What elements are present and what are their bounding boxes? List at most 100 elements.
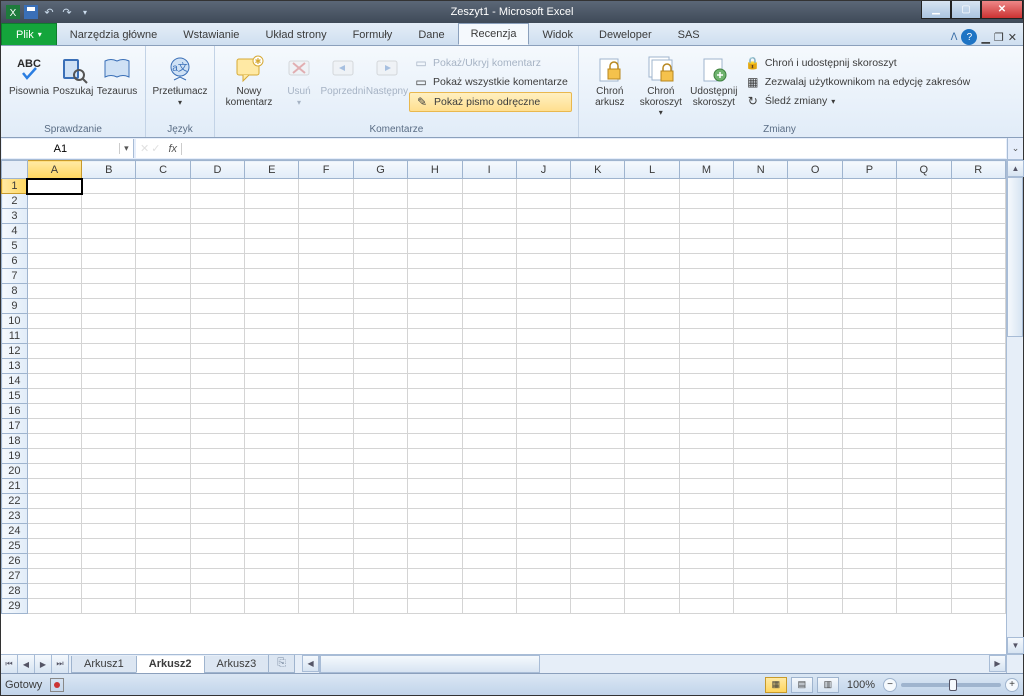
cell-J19[interactable] — [516, 449, 570, 464]
cell-C11[interactable] — [136, 329, 190, 344]
cell-Q17[interactable] — [897, 419, 951, 434]
cell-I25[interactable] — [462, 539, 516, 554]
cell-A24[interactable] — [27, 524, 81, 539]
cell-E12[interactable] — [245, 344, 299, 359]
cell-K7[interactable] — [571, 269, 625, 284]
cell-M8[interactable] — [679, 284, 733, 299]
cell-I24[interactable] — [462, 524, 516, 539]
cell-A1[interactable] — [27, 179, 81, 194]
delete-comment-button[interactable]: Usuń▾ — [277, 50, 321, 111]
cell-F26[interactable] — [299, 554, 353, 569]
cell-J13[interactable] — [516, 359, 570, 374]
cell-H4[interactable] — [408, 224, 462, 239]
cell-H12[interactable] — [408, 344, 462, 359]
cell-H6[interactable] — [408, 254, 462, 269]
cell-F29[interactable] — [299, 599, 353, 614]
sheet-tab-arkusz3[interactable]: Arkusz3 — [204, 656, 270, 673]
cell-I8[interactable] — [462, 284, 516, 299]
cell-H2[interactable] — [408, 194, 462, 209]
cell-P13[interactable] — [842, 359, 896, 374]
cell-J28[interactable] — [516, 584, 570, 599]
cell-C22[interactable] — [136, 494, 190, 509]
horizontal-scrollbar[interactable]: ◀ ▶ — [302, 655, 1006, 673]
cell-G14[interactable] — [353, 374, 407, 389]
cell-H11[interactable] — [408, 329, 462, 344]
cell-D24[interactable] — [190, 524, 244, 539]
cell-Q23[interactable] — [897, 509, 951, 524]
cell-M26[interactable] — [679, 554, 733, 569]
cell-A21[interactable] — [27, 479, 81, 494]
col-header-O[interactable]: O — [788, 161, 842, 179]
cell-D16[interactable] — [190, 404, 244, 419]
cell-E7[interactable] — [245, 269, 299, 284]
ribbon-tab-dane[interactable]: Dane — [405, 23, 457, 45]
cell-D10[interactable] — [190, 314, 244, 329]
cell-L20[interactable] — [625, 464, 679, 479]
page-break-view-button[interactable]: ▥ — [817, 677, 839, 693]
cell-N4[interactable] — [734, 224, 788, 239]
ribbon-tab-wstawianie[interactable]: Wstawianie — [170, 23, 252, 45]
cell-A13[interactable] — [27, 359, 81, 374]
col-header-B[interactable]: B — [82, 161, 136, 179]
cell-F18[interactable] — [299, 434, 353, 449]
workbook-minimize-icon[interactable]: ▁ — [981, 31, 989, 44]
row-header-11[interactable]: 11 — [2, 329, 28, 344]
zoom-level[interactable]: 100% — [847, 679, 875, 691]
cell-A27[interactable] — [27, 569, 81, 584]
cell-D2[interactable] — [190, 194, 244, 209]
cell-N21[interactable] — [734, 479, 788, 494]
cell-J24[interactable] — [516, 524, 570, 539]
cell-H19[interactable] — [408, 449, 462, 464]
cell-F23[interactable] — [299, 509, 353, 524]
cell-A4[interactable] — [27, 224, 81, 239]
cell-O25[interactable] — [788, 539, 842, 554]
cell-J14[interactable] — [516, 374, 570, 389]
cell-L8[interactable] — [625, 284, 679, 299]
cell-O9[interactable] — [788, 299, 842, 314]
cell-P8[interactable] — [842, 284, 896, 299]
ribbon-tab-recenzja[interactable]: Recenzja — [458, 23, 530, 45]
protect-sheet-button[interactable]: Chroń arkusz — [585, 50, 635, 111]
row-header-29[interactable]: 29 — [2, 599, 28, 614]
cell-M2[interactable] — [679, 194, 733, 209]
cell-N27[interactable] — [734, 569, 788, 584]
cell-N2[interactable] — [734, 194, 788, 209]
cell-E25[interactable] — [245, 539, 299, 554]
cell-N8[interactable] — [734, 284, 788, 299]
cell-K29[interactable] — [571, 599, 625, 614]
cell-B12[interactable] — [82, 344, 136, 359]
cell-L22[interactable] — [625, 494, 679, 509]
cell-I21[interactable] — [462, 479, 516, 494]
cell-C13[interactable] — [136, 359, 190, 374]
cell-M10[interactable] — [679, 314, 733, 329]
cell-R1[interactable] — [951, 179, 1006, 194]
col-header-K[interactable]: K — [571, 161, 625, 179]
col-header-Q[interactable]: Q — [897, 161, 951, 179]
cell-A25[interactable] — [27, 539, 81, 554]
zoom-out-button[interactable]: − — [883, 678, 897, 692]
cell-N9[interactable] — [734, 299, 788, 314]
cell-I4[interactable] — [462, 224, 516, 239]
cell-K9[interactable] — [571, 299, 625, 314]
undo-icon[interactable]: ↶ — [41, 4, 57, 20]
cell-O21[interactable] — [788, 479, 842, 494]
cell-H8[interactable] — [408, 284, 462, 299]
cell-M16[interactable] — [679, 404, 733, 419]
row-header-12[interactable]: 12 — [2, 344, 28, 359]
formula-expand-icon[interactable]: ⌄ — [1007, 138, 1023, 159]
cell-D8[interactable] — [190, 284, 244, 299]
cell-I22[interactable] — [462, 494, 516, 509]
cell-I11[interactable] — [462, 329, 516, 344]
cell-C23[interactable] — [136, 509, 190, 524]
row-header-13[interactable]: 13 — [2, 359, 28, 374]
cell-E24[interactable] — [245, 524, 299, 539]
cell-K16[interactable] — [571, 404, 625, 419]
cell-K12[interactable] — [571, 344, 625, 359]
cell-D3[interactable] — [190, 209, 244, 224]
cell-B20[interactable] — [82, 464, 136, 479]
hscroll-thumb[interactable] — [320, 655, 540, 673]
cell-P22[interactable] — [842, 494, 896, 509]
cell-Q5[interactable] — [897, 239, 951, 254]
name-box-input[interactable] — [2, 143, 119, 155]
cell-M11[interactable] — [679, 329, 733, 344]
